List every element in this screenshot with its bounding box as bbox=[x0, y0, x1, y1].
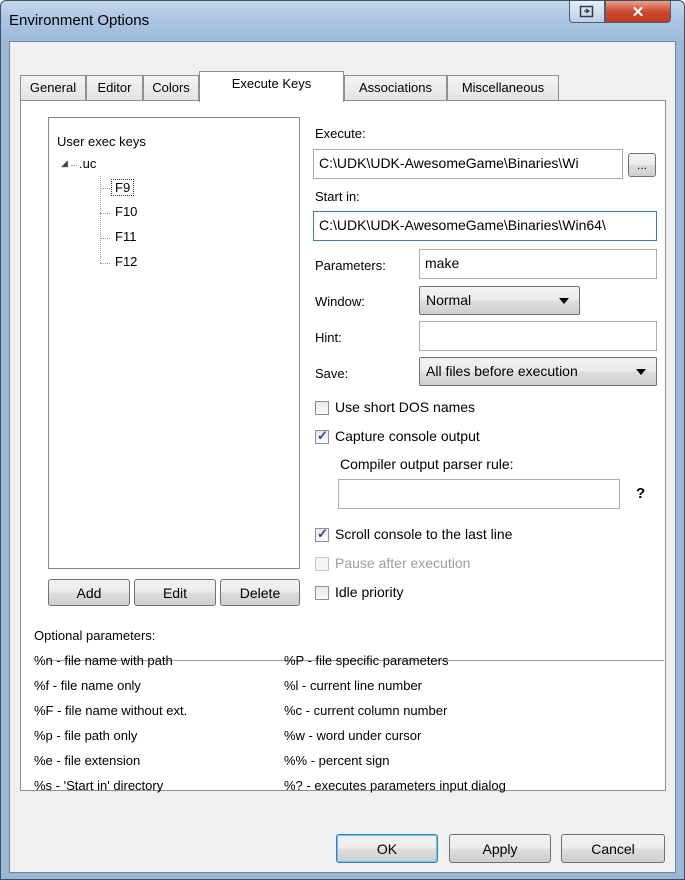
window-select-value: Normal bbox=[426, 292, 472, 308]
ok-button[interactable]: OK bbox=[336, 834, 438, 863]
help-right-row: %? - executes parameters input dialog bbox=[284, 778, 506, 793]
add-button[interactable]: Add bbox=[48, 579, 130, 606]
tab-editor[interactable]: Editor bbox=[86, 75, 143, 100]
help-right-row: %c - current column number bbox=[284, 703, 448, 718]
cancel-button[interactable]: Cancel bbox=[561, 834, 665, 863]
help-right-row: %P - file specific parameters bbox=[284, 653, 449, 668]
scroll-console-checkbox[interactable] bbox=[315, 526, 329, 542]
save-select[interactable]: All files before execution bbox=[419, 357, 657, 386]
use-short-dos-label[interactable]: Use short DOS names bbox=[335, 399, 475, 415]
chevron-down-icon bbox=[559, 298, 569, 304]
help-right-row: %% - percent sign bbox=[284, 753, 390, 768]
capture-console-checkbox[interactable] bbox=[315, 428, 329, 444]
tree-connector bbox=[71, 165, 77, 166]
close-button[interactable]: ✕ bbox=[605, 1, 671, 23]
tree-connector bbox=[100, 263, 110, 264]
exec-keys-tree[interactable]: User exec keys ◢ .uc F9 F10 F11 F12 bbox=[48, 117, 300, 569]
window-select[interactable]: Normal bbox=[419, 286, 580, 315]
apply-button[interactable]: Apply bbox=[449, 834, 551, 863]
tree-root-label: User exec keys bbox=[57, 134, 146, 149]
scroll-console-label[interactable]: Scroll console to the last line bbox=[335, 526, 512, 542]
restore-button[interactable] bbox=[569, 1, 605, 23]
save-label: Save: bbox=[315, 366, 349, 381]
idle-priority-label[interactable]: Idle priority bbox=[335, 584, 403, 600]
tab-miscellaneous[interactable]: Miscellaneous bbox=[447, 75, 559, 100]
optional-parameters-title: Optional parameters: bbox=[34, 628, 156, 643]
tab-colors[interactable]: Colors bbox=[143, 75, 199, 100]
tree-item-f9[interactable]: F9 bbox=[111, 179, 135, 196]
window-title: Environment Options bbox=[9, 12, 150, 29]
save-select-value: All files before execution bbox=[426, 363, 578, 379]
hint-label: Hint: bbox=[315, 330, 342, 345]
help-left-row: %e - file extension bbox=[34, 753, 141, 768]
start-in-label: Start in: bbox=[315, 189, 360, 204]
tree-item-f11[interactable]: F11 bbox=[115, 229, 136, 244]
tree-connector bbox=[100, 188, 110, 189]
title-bar[interactable]: Environment Options ✕ bbox=[1, 1, 684, 41]
parameters-label: Parameters: bbox=[315, 258, 386, 273]
tab-execute-keys[interactable]: Execute Keys bbox=[199, 71, 344, 102]
compiler-rule-label: Compiler output parser rule: bbox=[340, 456, 514, 472]
edit-button[interactable]: Edit bbox=[134, 579, 216, 606]
tree-connector bbox=[100, 213, 110, 214]
pause-after-checkbox bbox=[315, 557, 329, 571]
collapse-triangle-icon[interactable]: ◢ bbox=[61, 158, 68, 169]
hint-input[interactable] bbox=[419, 321, 657, 351]
use-short-dos-checkbox[interactable] bbox=[315, 401, 329, 415]
restore-icon bbox=[579, 5, 594, 17]
help-right-row: %l - current line number bbox=[284, 678, 422, 693]
tab-associations[interactable]: Associations bbox=[344, 75, 447, 100]
tree-item-f10[interactable]: F10 bbox=[115, 204, 137, 219]
capture-console-label[interactable]: Capture console output bbox=[335, 428, 480, 444]
chevron-down-icon bbox=[636, 369, 646, 375]
idle-priority-checkbox[interactable] bbox=[315, 586, 329, 600]
start-in-input[interactable]: C:\UDK\UDK-AwesomeGame\Binaries\Win64\ bbox=[313, 211, 657, 241]
help-right-row: %w - word under cursor bbox=[284, 728, 422, 743]
tree-connector bbox=[100, 176, 101, 263]
help-question-icon[interactable]: ? bbox=[636, 485, 645, 502]
tree-item-f12[interactable]: F12 bbox=[115, 254, 137, 269]
dialog-client-area: General Editor Colors Execute Keys Assoc… bbox=[9, 41, 676, 873]
help-left-row: %s - 'Start in' directory bbox=[34, 778, 164, 793]
pause-after-label: Pause after execution bbox=[335, 555, 471, 571]
delete-button[interactable]: Delete bbox=[220, 579, 300, 606]
tree-group-uc[interactable]: .uc bbox=[79, 156, 96, 171]
execute-label: Execute: bbox=[315, 126, 366, 141]
help-left-row: %p - file path only bbox=[34, 728, 138, 743]
execute-input[interactable]: C:\UDK\UDK-AwesomeGame\Binaries\Wi bbox=[313, 149, 623, 179]
tab-general[interactable]: General bbox=[20, 75, 86, 100]
tree-connector bbox=[100, 238, 110, 239]
parameters-input[interactable]: make bbox=[419, 249, 657, 279]
help-left-row: %f - file name only bbox=[34, 678, 141, 693]
help-left-row: %n - file name with path bbox=[34, 653, 173, 668]
help-left-row: %F - file name without ext. bbox=[34, 703, 188, 718]
compiler-rule-input[interactable] bbox=[338, 479, 620, 509]
browse-button[interactable]: ... bbox=[628, 153, 656, 177]
close-icon: ✕ bbox=[631, 3, 645, 21]
environment-options-window: Environment Options ✕ General Editor Col… bbox=[0, 0, 685, 880]
window-label: Window: bbox=[315, 294, 365, 309]
